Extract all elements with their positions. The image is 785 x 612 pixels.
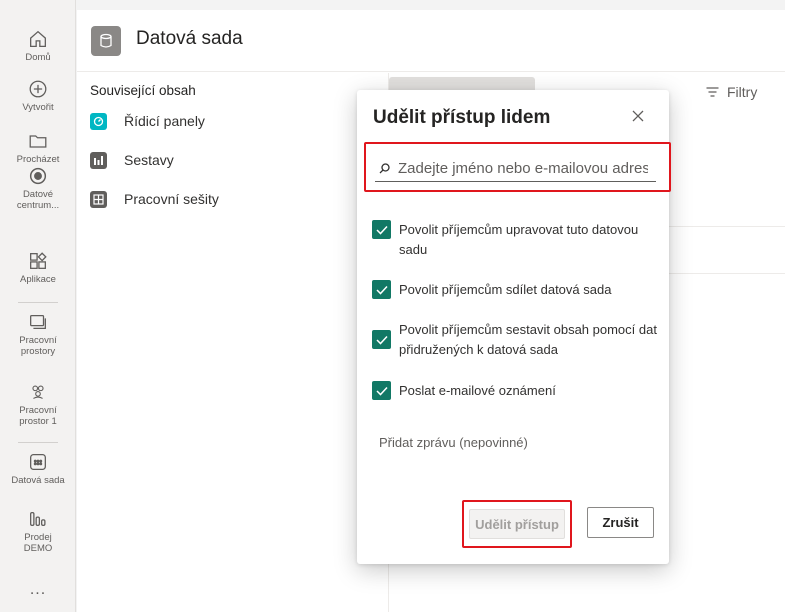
search-icon (379, 163, 390, 174)
nav-item-label: Vytvořit (22, 102, 54, 113)
checkmark-icon (375, 285, 388, 295)
nav-more-button[interactable]: ... (0, 581, 76, 598)
report-icon (90, 151, 107, 169)
nav-item-label: Prodej DEMO (23, 532, 53, 554)
related-heading: Související obsah (90, 83, 196, 98)
related-content: Související obsah Řídicí panely Sestavy … (90, 83, 219, 229)
nav-item-prodej-demo[interactable]: Prodej DEMO (0, 508, 76, 554)
allow-share-checkbox[interactable] (372, 280, 391, 299)
option-allow-build: Povolit příjemcům sestavit obsah pomocí … (372, 320, 664, 360)
nav-item-home[interactable]: Domů (0, 28, 76, 63)
people-search-field (375, 156, 656, 182)
nav-separator (18, 302, 58, 303)
nav-item-browse[interactable]: Procházet (0, 130, 76, 165)
report-icon (30, 511, 46, 527)
related-item-label: Sestavy (124, 152, 174, 168)
nav-item-label: Datové centrum... (16, 189, 60, 211)
nav-item-workspaces[interactable]: Pracovní prostory (0, 311, 76, 357)
workspace-icon (32, 385, 44, 399)
dashboard-icon (90, 112, 107, 130)
allow-build-checkbox[interactable] (372, 330, 391, 349)
option-label: Povolit příjemcům sestavit obsah pomocí … (399, 322, 657, 357)
more-icon: ... (29, 581, 47, 598)
nav-separator (18, 442, 58, 443)
page-title: Datová sada (136, 28, 243, 49)
dataset-icon (30, 454, 46, 470)
nav-item-workspace-1[interactable]: Pracovní prostor 1 (0, 381, 76, 427)
create-icon (29, 80, 47, 98)
nav-item-label: Pracovní prostory (19, 335, 57, 357)
nav-item-label: Procházet (16, 154, 60, 165)
apps-icon (30, 252, 47, 269)
checkmark-icon (375, 225, 388, 235)
option-allow-edit: Povolit příjemcům upravovat tuto datovou… (372, 220, 644, 260)
workspaces-icon (30, 314, 46, 330)
page-header: Datová sada (77, 10, 785, 72)
checkmark-icon (375, 335, 388, 345)
browse-folder-icon (29, 135, 47, 148)
allow-edit-checkbox[interactable] (372, 220, 391, 239)
related-item-workbooks[interactable]: Pracovní sešity (90, 190, 219, 208)
data-hub-icon (29, 167, 47, 185)
nav-item-label: Domů (25, 52, 51, 63)
grant-access-button[interactable]: Udělit přístup (469, 509, 565, 539)
option-label: Poslat e-mailové oznámení (399, 383, 556, 398)
nav-item-data-hub[interactable]: Datové centrum... (0, 165, 76, 211)
grant-highlight: Udělit přístup (462, 500, 572, 548)
option-label: Povolit příjemcům upravovat tuto datovou… (399, 222, 639, 257)
nav-item-label: Pracovní prostor 1 (19, 405, 57, 427)
workbook-icon (90, 190, 107, 208)
dataset-icon (91, 26, 121, 56)
related-item-label: Řídicí panely (124, 113, 205, 129)
related-item-label: Pracovní sešity (124, 191, 219, 207)
nav-item-label: Aplikace (20, 274, 56, 285)
option-send-email: Poslat e-mailové oznámení (372, 381, 664, 401)
people-search-input[interactable] (398, 160, 648, 177)
grant-access-dialog: Udělit přístup lidem Povolit příjemcům u… (357, 90, 671, 564)
cancel-button[interactable]: Zrušit (587, 507, 654, 538)
search-highlight (364, 142, 671, 192)
home-icon (30, 30, 46, 47)
nav-item-dataset[interactable]: Datová sada (0, 451, 76, 486)
send-email-checkbox[interactable] (372, 381, 391, 400)
option-allow-share: Povolit příjemcům sdílet datová sada (372, 280, 664, 300)
close-icon[interactable] (631, 109, 645, 123)
filter-icon (706, 87, 719, 97)
checkmark-icon (375, 386, 388, 396)
nav-item-create[interactable]: Vytvořit (0, 78, 76, 113)
nav-item-label: Datová sada (11, 475, 65, 486)
option-label: Povolit příjemcům sdílet datová sada (399, 282, 612, 297)
nav-rail: Domů Vytvořit Procházet Datové centrum..… (0, 0, 76, 612)
related-item-reports[interactable]: Sestavy (90, 151, 219, 169)
message-field[interactable]: Přidat zprávu (nepovinné) (379, 435, 528, 450)
related-item-dashboards[interactable]: Řídicí panely (90, 112, 219, 130)
dialog-title: Udělit přístup lidem (373, 107, 551, 128)
filters-label: Filtry (727, 84, 758, 100)
nav-item-apps[interactable]: Aplikace (0, 250, 76, 285)
filters-button[interactable]: Filtry (706, 84, 757, 100)
